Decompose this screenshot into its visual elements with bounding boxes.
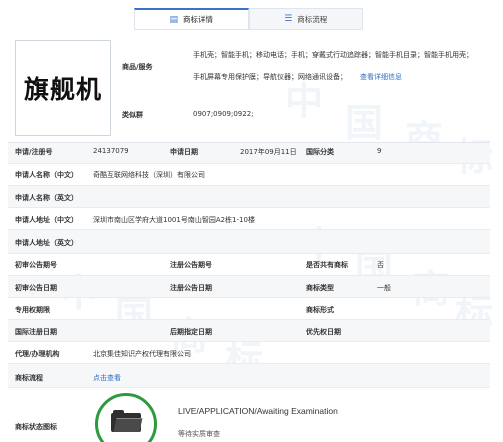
view-details-link[interactable]: 查看详细信息 xyxy=(360,72,402,82)
shared-value: 否 xyxy=(377,261,384,269)
similar-group-label: 类似群 xyxy=(122,111,143,119)
tab-bar: ▤ 商标详情 ☰ 商标流程 xyxy=(134,8,363,30)
goods-label: 商品/服务 xyxy=(122,63,153,71)
address-cn-value: 深圳市南山区学府大道1001号南山智园A2栋1-10楼 xyxy=(93,216,255,224)
status-subtext: 等待实质审查 xyxy=(178,430,220,438)
table-row xyxy=(8,320,490,342)
intl-reg-date-label: 国际注册日期 xyxy=(15,328,57,336)
process-view-link[interactable]: 点击查看 xyxy=(93,373,121,383)
reg-pub-no-label: 注册公告期号 xyxy=(170,261,212,269)
document-icon: ▤ xyxy=(169,14,178,25)
tab-trademark-process[interactable]: ☰ 商标流程 xyxy=(248,8,363,29)
watermark-glyph: 国 xyxy=(345,101,384,145)
trademark-image: 旗舰机 xyxy=(15,40,111,136)
reg-no-label: 申请/注册号 xyxy=(15,148,53,156)
table-row xyxy=(8,364,490,388)
tab-label: 商标流程 xyxy=(297,14,328,24)
priority-date-label: 优先权日期 xyxy=(306,328,341,336)
tab-label: 商标详情 xyxy=(183,15,213,24)
tab-trademark-details[interactable]: ▤ 商标详情 xyxy=(134,8,249,29)
type-label: 商标类型 xyxy=(306,284,334,292)
table-row xyxy=(8,342,490,364)
table-row xyxy=(8,230,490,254)
address-cn-label: 申请人地址（中文） xyxy=(15,216,78,224)
status-circle xyxy=(95,393,157,442)
reg-pub-date-label: 注册公告日期 xyxy=(170,284,212,292)
table-row xyxy=(8,186,490,208)
folder-icon xyxy=(111,410,143,432)
list-icon: ☰ xyxy=(284,14,293,24)
goods-line-2: 手机屏幕专用保护膜；导航仪器；网络通讯设备； xyxy=(193,73,347,81)
status-text: LIVE/APPLICATION/Awaiting Examination xyxy=(178,406,338,416)
applicant-en-label: 申请人名称（英文） xyxy=(15,194,78,202)
table-row xyxy=(8,164,490,186)
applicant-cn-value: 奇酷互联网络科技（深圳）有限公司 xyxy=(93,171,205,179)
table-row xyxy=(8,254,490,276)
class-value: 9 xyxy=(377,147,382,155)
process-label: 商标流程 xyxy=(15,374,43,382)
prelim-no-label: 初审公告期号 xyxy=(15,261,57,269)
type-value: 一般 xyxy=(377,284,391,292)
table-row xyxy=(8,298,490,320)
similar-group-value: 0907;0909;0922; xyxy=(193,110,254,118)
applicant-cn-label: 申请人名称（中文） xyxy=(15,171,78,179)
address-en-label: 申请人地址（英文） xyxy=(15,239,78,247)
apply-date-label: 申请日期 xyxy=(170,148,198,156)
class-label: 国际分类 xyxy=(306,148,334,156)
agent-label: 代理/办理机构 xyxy=(15,350,60,358)
goods-line-1: 手机壳；智能手机；移动电话；手机；穿戴式行动追踪器；智能手机目录；智能手机用壳； xyxy=(193,51,473,59)
reg-no-value: 24137079 xyxy=(93,147,129,155)
form-label: 商标形式 xyxy=(306,306,334,314)
shared-label: 是否共有商标 xyxy=(306,261,348,269)
apply-date-value: 2017年09月11日 xyxy=(240,148,297,156)
later-date-label: 后期指定日期 xyxy=(170,328,212,336)
table-row xyxy=(8,276,490,298)
agent-value: 北京集佳知识产权代理有限公司 xyxy=(93,350,191,358)
prelim-date-label: 初审公告日期 xyxy=(15,284,57,292)
trademark-logo-text: 旗舰机 xyxy=(23,75,102,104)
exclusive-period-label: 专用权期限 xyxy=(15,306,50,314)
status-icon-label: 商标状态图标 xyxy=(15,423,57,431)
